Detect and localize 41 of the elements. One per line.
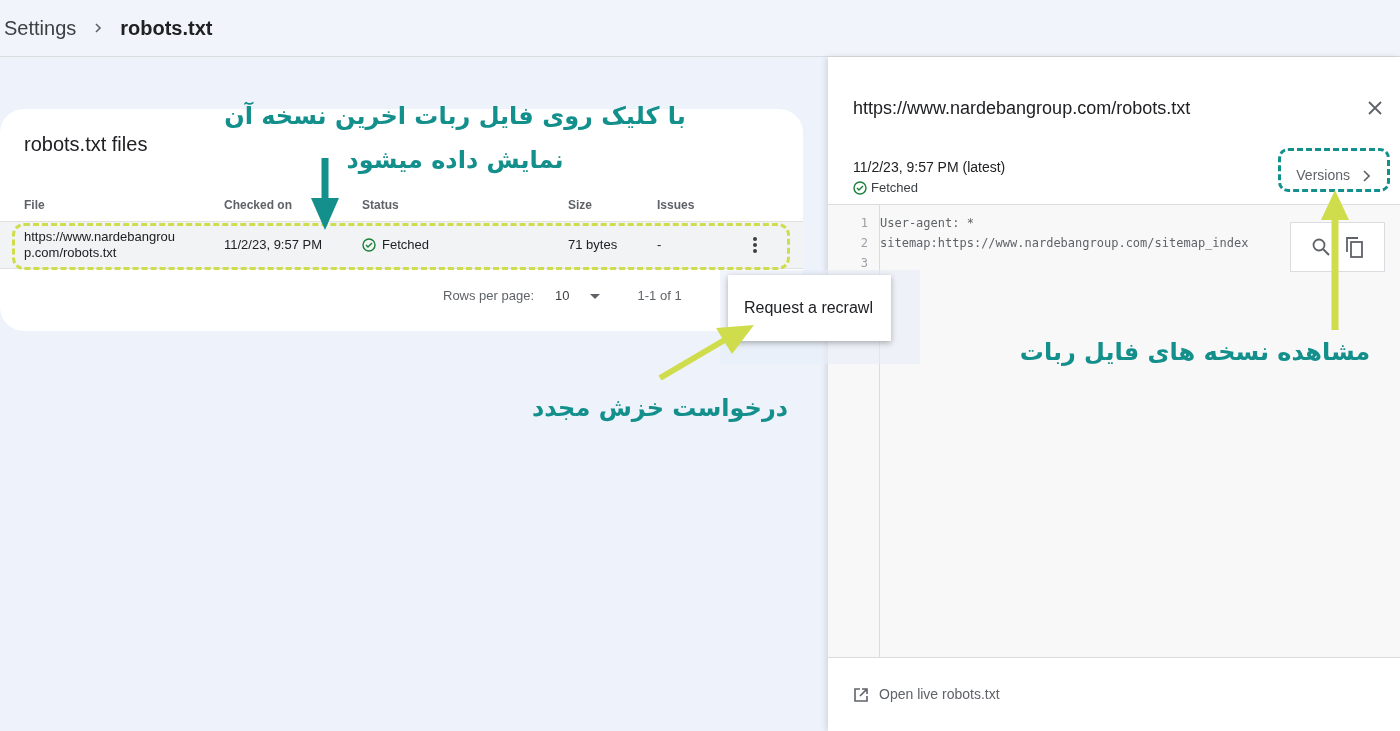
dropdown-caret-icon bbox=[589, 293, 600, 299]
more-vertical-icon[interactable] bbox=[752, 236, 758, 254]
chevron-right-icon bbox=[1362, 169, 1370, 182]
rows-per-page-select[interactable]: 10 bbox=[555, 286, 600, 306]
column-header: Issues bbox=[657, 197, 696, 214]
version-date: 11/2/23, 9:57 PM (latest) bbox=[853, 158, 1006, 177]
breadcrumb-item[interactable]: Settings bbox=[4, 13, 77, 43]
line-number: 2 bbox=[859, 235, 869, 252]
search-icon[interactable] bbox=[1311, 238, 1330, 256]
check-circle-icon bbox=[853, 180, 867, 195]
code-line: sitemap:https://www.nardebangroup.com/sitemap_index bbox=[880, 235, 1249, 252]
rows-per-page-label: Rows per page: bbox=[443, 287, 535, 306]
table-cell[interactable]: https://www.nardebangroup.com/robots.txt bbox=[24, 229, 184, 261]
breadcrumb-item[interactable]: robots.txt bbox=[120, 13, 213, 43]
card-title: robots.txt files bbox=[24, 133, 148, 155]
versions-button[interactable]: Versions bbox=[1296, 165, 1370, 186]
line-number: 1 bbox=[859, 215, 869, 232]
arrow-icon bbox=[1321, 190, 1349, 330]
column-header: File bbox=[24, 197, 46, 214]
copy-icon[interactable] bbox=[1343, 236, 1364, 258]
table-cell-text: 71 bytes bbox=[568, 236, 619, 255]
line-number: 3 bbox=[859, 255, 869, 272]
status-text: Fetched bbox=[871, 179, 918, 197]
close-icon[interactable] bbox=[1368, 101, 1382, 115]
table-cell-text: 11/2/23, 9:57 PM bbox=[224, 236, 324, 255]
check-circle-icon bbox=[362, 238, 376, 252]
annotation-text: مشاهده نسخه های فایل ربات bbox=[1018, 337, 1372, 368]
column-header: Status bbox=[362, 197, 400, 214]
arrow-icon bbox=[658, 322, 754, 380]
column-header: Size bbox=[568, 197, 593, 214]
panel-title: https://www.nardebangroup.com/robots.txt bbox=[853, 96, 1191, 120]
column-header: Checked on bbox=[224, 197, 293, 214]
annotation-text: درخواست خزش مجدد bbox=[530, 393, 790, 424]
external-link-icon bbox=[853, 686, 869, 703]
page-range: 1-1 of 1 bbox=[637, 287, 682, 306]
open-live-link[interactable]: Open live robots.txt bbox=[879, 684, 1000, 705]
annotation-text: با کلیک روی فایل ربات اخرین نسخه آن نمایش داده میشود bbox=[223, 100, 687, 176]
arrow-icon bbox=[311, 158, 339, 230]
code-line: User-agent: * bbox=[880, 215, 974, 232]
table-cell-text: - bbox=[657, 236, 663, 255]
table-cell-text: Fetched bbox=[382, 236, 429, 255]
